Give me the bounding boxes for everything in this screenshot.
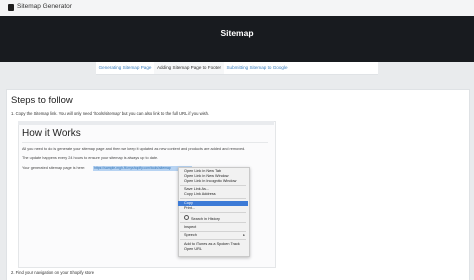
screenshot-header-bar (18, 121, 274, 125)
app-logo-icon (8, 4, 14, 11)
menu-item-search-history[interactable]: Search in History (178, 215, 248, 221)
menu-item-print[interactable]: Print... (178, 206, 248, 211)
menu-item-open-incognito[interactable]: Open Link in Incognito Window (178, 179, 248, 184)
section-heading: Steps to follow (11, 95, 73, 106)
tab-adding-sitemap-to-footer[interactable]: Adding Sitemap Page to Footer (154, 62, 224, 74)
tab-submitting-sitemap-to-google[interactable]: Submitting Sitemap to Google (224, 62, 290, 74)
screenshot-divider (22, 142, 268, 143)
menu-separator (180, 185, 246, 186)
menu-separator (180, 231, 246, 232)
menu-item-inspect[interactable]: Inspect (178, 225, 248, 230)
tab-bar: Generating Sitemap Page Adding Sitemap P… (96, 62, 378, 75)
screenshot-paragraph-2: The update happens every 24 hours to ens… (22, 156, 159, 160)
step-2-text: 2. Find your navigation on your Shopify … (11, 270, 95, 275)
screenshot-paragraph-1: All you need to do is generate your site… (22, 147, 246, 151)
app-header: Sitemap Generator (0, 0, 474, 17)
menu-separator (180, 198, 246, 199)
hero-banner: Sitemap (0, 16, 474, 62)
screenshot-heading: How it Works (22, 128, 81, 139)
menu-separator (180, 212, 246, 213)
submenu-arrow-icon: ▸ (243, 233, 245, 237)
tab-generating-sitemap-page[interactable]: Generating Sitemap Page (96, 62, 154, 74)
screenshot-link-label: Your generated sitemap page is here: (22, 166, 86, 170)
menu-item-open-url[interactable]: Open URL (178, 247, 248, 252)
menu-separator (180, 222, 246, 223)
app-title: Sitemap Generator (17, 3, 72, 10)
step-1-text: 1. Copy the Sitemap link. You will only … (11, 111, 210, 116)
page-title: Sitemap (220, 28, 254, 38)
menu-item-speech[interactable]: Speech ▸ (178, 233, 248, 238)
menu-separator (180, 239, 246, 240)
menu-item-copy-link-address[interactable]: Copy Link Address (178, 192, 248, 197)
